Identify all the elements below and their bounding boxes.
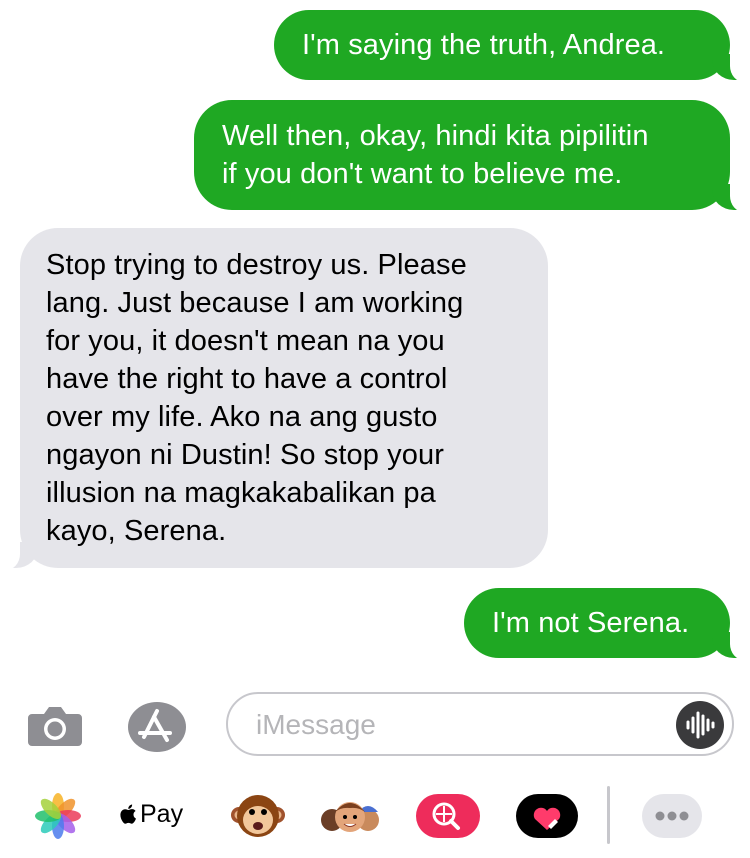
apple-pay-icon[interactable]: Pay <box>120 790 190 842</box>
sent-message-bubble[interactable]: I'm not Serena. <box>464 588 750 660</box>
more-icon[interactable] <box>640 790 704 842</box>
image-search-icon[interactable] <box>414 790 482 842</box>
message-placeholder: iMessage <box>256 709 376 740</box>
message-text: I'm saying the truth, Andrea. <box>302 29 666 61</box>
audio-message-icon[interactable] <box>676 701 724 749</box>
message-text: Well then, okay, hindi kita pipilitin if… <box>222 120 649 190</box>
compose-bar: iMessage <box>0 680 750 770</box>
sent-message-bubble[interactable]: Well then, okay, hindi kita pipilitin if… <box>194 100 750 212</box>
memoji-icon[interactable] <box>318 790 382 842</box>
message-thread: I'm saying the truth, Andrea. Well then,… <box>0 0 750 680</box>
camera-icon[interactable] <box>28 700 82 750</box>
apple-logo-icon <box>120 804 136 824</box>
imessage-input[interactable]: iMessage <box>226 692 734 756</box>
apple-pay-label: Pay <box>140 800 184 828</box>
photos-icon[interactable] <box>30 790 86 842</box>
digital-touch-icon[interactable] <box>514 790 580 842</box>
sent-message-bubble[interactable]: I'm saying the truth, Andrea. <box>274 10 750 82</box>
message-text: I'm not Serena. <box>492 607 690 639</box>
animoji-monkey-icon[interactable] <box>230 790 286 842</box>
received-message-bubble[interactable]: Stop trying to destroy us. Please lang. … <box>0 228 548 570</box>
app-store-icon[interactable] <box>126 700 188 754</box>
message-text: Stop trying to destroy us. Please lang. … <box>46 249 467 547</box>
app-drawer-divider <box>607 786 610 844</box>
app-drawer: Pay <box>0 778 750 858</box>
